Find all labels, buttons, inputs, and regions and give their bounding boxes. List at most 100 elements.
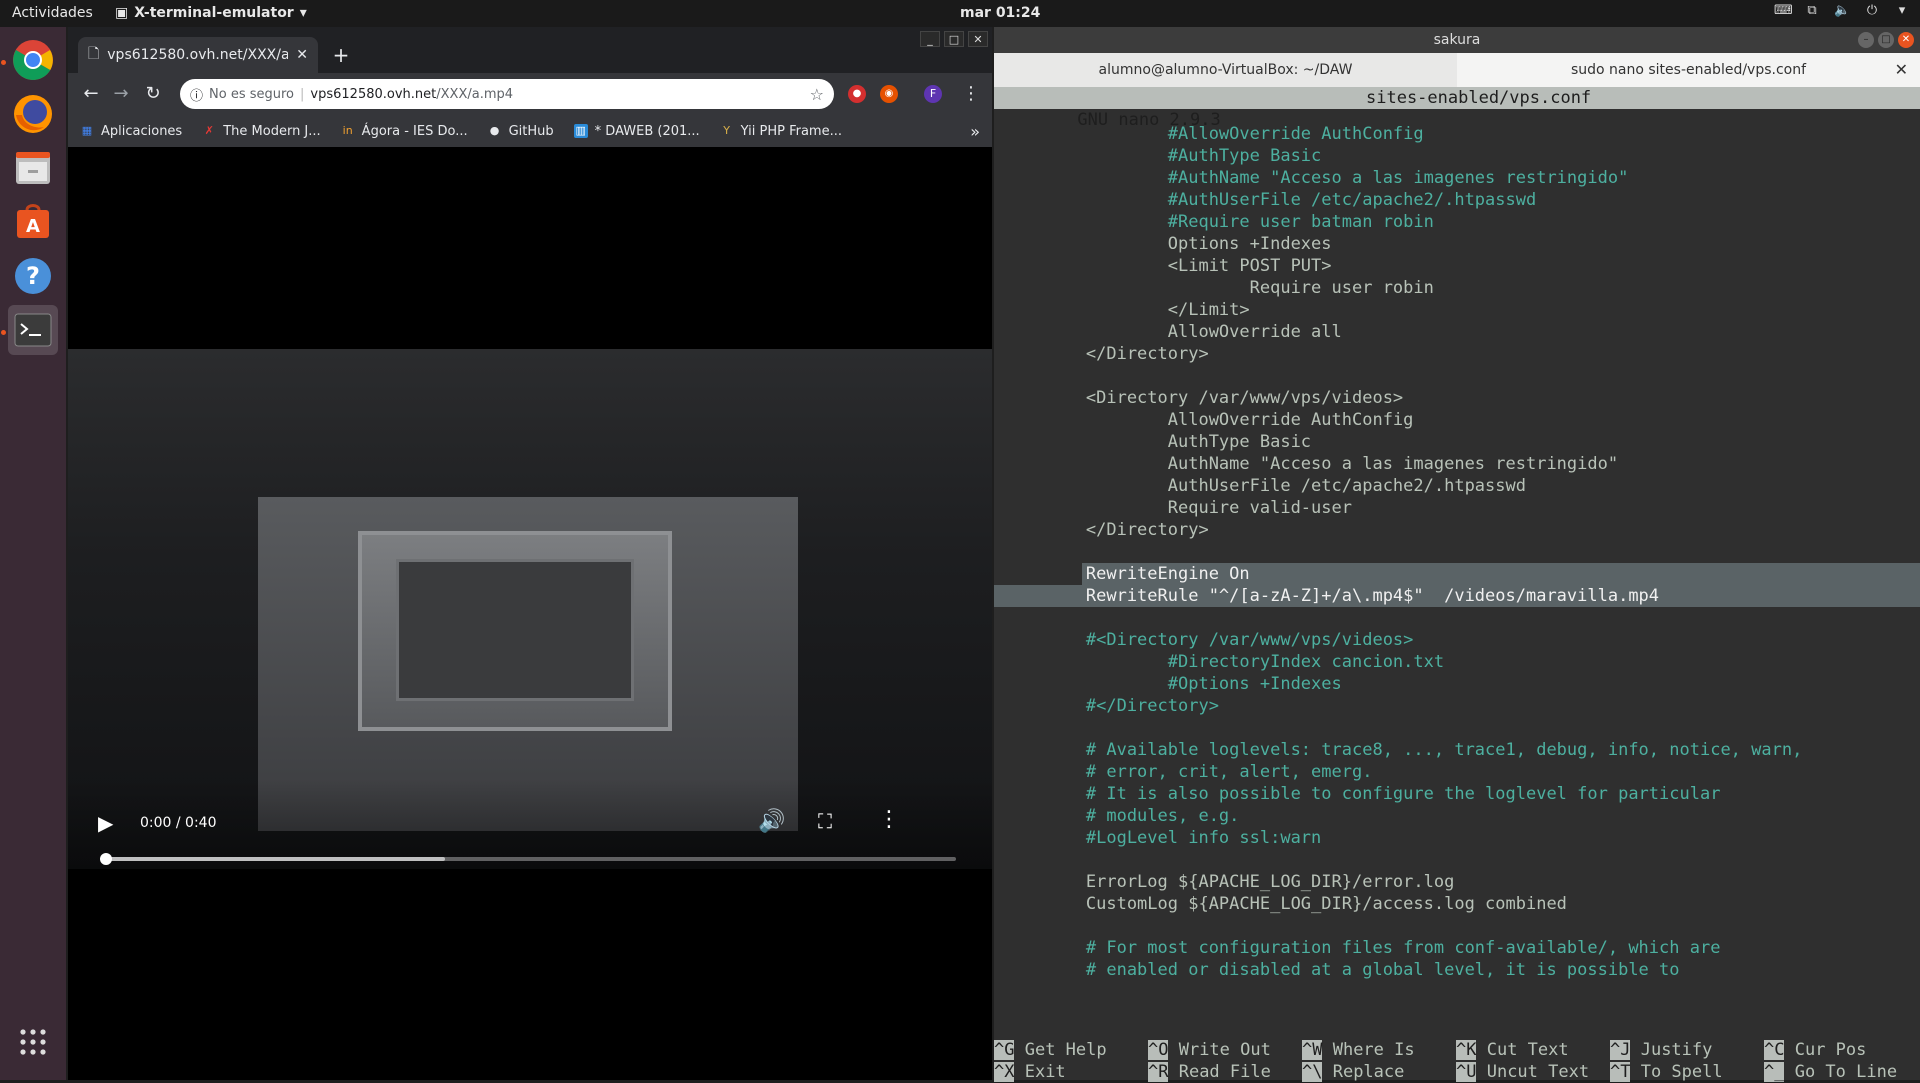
window-buttons: – □ ✕ bbox=[1858, 32, 1914, 48]
power-icon[interactable]: ⏻ bbox=[1864, 3, 1880, 19]
video-player[interactable]: ▶ 0:00 / 0:40 🔊 ⛶ ⋮ bbox=[68, 349, 992, 869]
system-tray[interactable]: ⌨ ⧉ 🔈 ⏻ ▾ bbox=[1774, 3, 1910, 19]
editor-line: #AllowOverride AuthConfig bbox=[1004, 124, 1424, 144]
bookmark-item[interactable]: ▦ Aplicaciones bbox=[80, 124, 182, 139]
profile-avatar[interactable]: F bbox=[924, 85, 942, 103]
browser-tab[interactable]: 🗋 vps612580.ovh.net/XXX/a ✕ bbox=[78, 37, 318, 73]
nano-editor[interactable]: GNU nano 2.9.3 sites-enabled/vps.conf #A… bbox=[994, 87, 1920, 1082]
new-tab-button[interactable]: + bbox=[328, 43, 354, 69]
more-bookmarks-icon[interactable]: » bbox=[970, 122, 980, 141]
files-icon bbox=[16, 152, 50, 184]
maximize-button[interactable]: □ bbox=[944, 31, 964, 47]
editor-line: AuthUserFile /etc/apache2/.htpasswd bbox=[1004, 476, 1526, 496]
dock-firefox[interactable] bbox=[8, 89, 58, 139]
video-buffer-bar bbox=[104, 857, 445, 861]
shortcut-item: ^J Justify bbox=[1610, 1039, 1764, 1061]
shortcut-key: ^G bbox=[994, 1040, 1015, 1060]
bookmark-item[interactable]: ● GitHub bbox=[488, 124, 554, 139]
editor-line: #Options +Indexes bbox=[1004, 674, 1342, 694]
bookmark-label: GitHub bbox=[508, 123, 554, 139]
forward-button[interactable]: → bbox=[108, 81, 134, 107]
chevron-down-icon: ▾ bbox=[299, 5, 307, 21]
editor-line: #<Directory /var/www/vps/videos> bbox=[1004, 630, 1414, 650]
dock-help[interactable]: ? bbox=[8, 251, 58, 301]
chevron-down-icon[interactable]: ▾ bbox=[1894, 3, 1910, 19]
bookmark-item[interactable]: ✗ The Modern J... bbox=[202, 124, 321, 139]
bookmark-item[interactable]: in Ágora - IES Do... bbox=[341, 124, 468, 139]
bookmark-label: Aplicaciones bbox=[101, 123, 183, 139]
show-applications[interactable] bbox=[8, 1017, 58, 1067]
editor-line: #AuthUserFile /etc/apache2/.htpasswd bbox=[1004, 190, 1537, 210]
close-button[interactable]: ✕ bbox=[1898, 32, 1914, 48]
shortcut-label: Justify bbox=[1630, 1040, 1713, 1060]
editor-buffer[interactable]: #AllowOverride AuthConfig #AuthType Basi… bbox=[994, 123, 1920, 981]
shortcut-item: ^G Get Help bbox=[994, 1039, 1148, 1061]
editor-line: </Directory> bbox=[1004, 520, 1209, 540]
shortcut-item: ^O Write Out bbox=[1148, 1039, 1302, 1061]
bookmark-star-icon[interactable]: ☆ bbox=[810, 85, 824, 104]
video-frame-panel-inner bbox=[396, 559, 634, 701]
network-icon[interactable]: ⧉ bbox=[1804, 3, 1820, 19]
terminal-tab-active[interactable]: sudo nano sites-enabled/vps.conf ✕ bbox=[1457, 53, 1920, 87]
keyboard-icon[interactable]: ⌨ bbox=[1774, 3, 1793, 19]
extension-icon[interactable]: ◉ bbox=[880, 85, 898, 103]
kebab-menu-icon[interactable]: ⋮ bbox=[878, 807, 900, 832]
video-frame-panel bbox=[358, 531, 672, 731]
app-menu[interactable]: ▣ X-terminal-emulator ▾ bbox=[115, 5, 307, 21]
dock-chrome[interactable] bbox=[8, 35, 58, 85]
minimize-button[interactable]: _ bbox=[920, 31, 940, 47]
editor-line: #LogLevel info ssl:warn bbox=[1004, 828, 1322, 848]
shortcut-row: ^G Get Help ^O Write Out ^W Where Is ^K Cut… bbox=[994, 1039, 1920, 1061]
bookmark-item[interactable]: ▥ * DAWEB (201... bbox=[573, 124, 700, 139]
dock-files[interactable] bbox=[8, 143, 58, 193]
yii-icon: Y bbox=[723, 124, 731, 137]
terminal-titlebar: sakura – □ ✕ bbox=[994, 27, 1920, 53]
editor-line: Require valid-user bbox=[1004, 498, 1352, 518]
adblock-extension-icon[interactable]: ● bbox=[848, 85, 866, 103]
editor-line: </Directory> bbox=[1004, 344, 1209, 364]
nano-header: GNU nano 2.9.3 sites-enabled/vps.conf bbox=[994, 87, 1920, 130]
shortcut-key: ^U bbox=[1456, 1062, 1477, 1082]
shortcut-key: ^\ bbox=[1302, 1062, 1323, 1082]
editor-line: #</Directory> bbox=[1004, 696, 1219, 716]
editor-line: # enabled or disabled at a global level,… bbox=[1004, 960, 1680, 980]
maximize-button[interactable]: □ bbox=[1878, 32, 1894, 48]
firefox-icon bbox=[14, 95, 52, 133]
minimize-button[interactable]: – bbox=[1858, 32, 1874, 48]
volume-icon[interactable]: 🔈 bbox=[1834, 3, 1850, 19]
editor-line: Options +Indexes bbox=[1004, 234, 1332, 254]
dock-terminal[interactable] bbox=[8, 305, 58, 355]
play-icon[interactable]: ▶ bbox=[98, 811, 113, 835]
editor-line: #Require user batman robin bbox=[1004, 212, 1434, 232]
bookmark-item[interactable]: Y Yii PHP Frame... bbox=[720, 124, 842, 139]
dock-software-center[interactable]: A bbox=[8, 197, 58, 247]
clock[interactable]: mar 01:24 bbox=[960, 5, 1040, 21]
back-button[interactable]: ← bbox=[78, 81, 104, 107]
address-bar[interactable]: ⓘ No es seguro | vps612580.ovh.net/XXX/a… bbox=[180, 79, 834, 109]
sakura-terminal-window: sakura – □ ✕ alumno@alumno-VirtualBox: ~… bbox=[994, 27, 1920, 1082]
close-tab-icon[interactable]: ✕ bbox=[1895, 53, 1908, 87]
help-icon: ? bbox=[15, 258, 51, 294]
shortcut-item: ^C Cur Pos bbox=[1764, 1039, 1918, 1061]
terminal-icon bbox=[14, 313, 52, 347]
reload-button[interactable]: ↻ bbox=[140, 81, 166, 107]
info-icon[interactable]: ⓘ bbox=[190, 85, 203, 104]
editor-line: AllowOverride all bbox=[1004, 322, 1342, 342]
video-progress-track[interactable] bbox=[100, 853, 956, 865]
software-center-icon: A bbox=[17, 204, 49, 238]
terminal-tab[interactable]: alumno@alumno-VirtualBox: ~/DAW bbox=[994, 53, 1457, 87]
activities-button[interactable]: Actividades bbox=[12, 5, 93, 21]
kebab-menu-icon[interactable]: ⋮ bbox=[958, 81, 984, 107]
video-scrubber[interactable] bbox=[100, 853, 112, 865]
close-button[interactable]: ✕ bbox=[968, 31, 988, 47]
fullscreen-icon[interactable]: ⛶ bbox=[818, 809, 832, 833]
dock: A ? bbox=[0, 27, 66, 1080]
svg-text:?: ? bbox=[26, 262, 40, 290]
volume-icon[interactable]: 🔊 bbox=[758, 809, 785, 834]
trello-icon: ▥ bbox=[573, 124, 588, 138]
shortcut-label: Exit bbox=[1014, 1062, 1066, 1082]
close-icon[interactable]: ✕ bbox=[296, 47, 308, 63]
